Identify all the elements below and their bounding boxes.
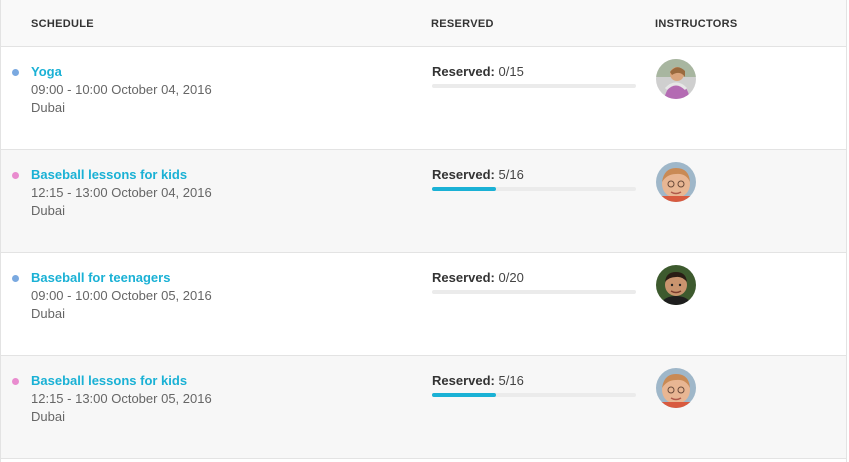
event-time: 12:15 - 13:00 October 04, 2016 (31, 185, 212, 200)
reservation-progress-fill (432, 393, 496, 397)
column-header-instructors[interactable]: INSTRUCTORS (655, 18, 738, 30)
event-location: Dubai (31, 100, 65, 115)
event-location: Dubai (31, 203, 65, 218)
reserved-count: Reserved: 0/20 (432, 270, 524, 285)
event-title-link[interactable]: Baseball for teenagers (31, 270, 170, 285)
event-time: 09:00 - 10:00 October 04, 2016 (31, 82, 212, 97)
event-category-dot (12, 172, 19, 179)
reserved-label: Reserved: (432, 167, 495, 182)
instructor-avatar-teen-icon (656, 265, 696, 305)
instructor-avatar-kids-icon (656, 368, 696, 408)
reserved-value: 5/16 (498, 167, 524, 182)
table-row: Baseball for teenagers 09:00 - 10:00 Oct… (1, 253, 846, 356)
reservation-progress-fill (432, 187, 496, 191)
reservation-progress-bar (432, 187, 636, 191)
instructor-avatar[interactable] (656, 265, 696, 305)
reserved-count: Reserved: 5/16 (432, 373, 524, 388)
reserved-label: Reserved: (432, 373, 495, 388)
event-title-link[interactable]: Baseball lessons for kids (31, 167, 187, 182)
reservation-progress-bar (432, 84, 636, 88)
reservation-progress-bar (432, 290, 636, 294)
instructor-avatar[interactable] (656, 59, 696, 99)
event-category-dot (12, 69, 19, 76)
table-row: Baseball lessons for kids 12:15 - 13:00 … (1, 150, 846, 253)
reserved-count: Reserved: 5/16 (432, 167, 524, 182)
reserved-value: 0/15 (498, 64, 524, 79)
event-category-dot (12, 275, 19, 282)
reserved-label: Reserved: (432, 270, 495, 285)
reserved-label: Reserved: (432, 64, 495, 79)
instructor-avatar[interactable] (656, 162, 696, 202)
event-location: Dubai (31, 409, 65, 424)
instructor-avatar-kids-icon (656, 162, 696, 202)
instructor-avatar-yoga-icon (656, 59, 696, 99)
table-row: Baseball lessons for kids 12:15 - 13:00 … (1, 356, 846, 459)
reserved-value: 5/16 (498, 373, 524, 388)
event-title-link[interactable]: Yoga (31, 64, 62, 79)
table-row: Yoga 09:00 - 10:00 October 04, 2016 Duba… (1, 47, 846, 150)
reserved-count: Reserved: 0/15 (432, 64, 524, 79)
event-time: 09:00 - 10:00 October 05, 2016 (31, 288, 212, 303)
table-header: SCHEDULE RESERVED INSTRUCTORS (1, 0, 846, 47)
column-header-reserved[interactable]: RESERVED (431, 18, 494, 30)
reservation-progress-bar (432, 393, 636, 397)
column-header-schedule[interactable]: SCHEDULE (31, 18, 94, 30)
event-location: Dubai (31, 306, 65, 321)
event-time: 12:15 - 13:00 October 05, 2016 (31, 391, 212, 406)
instructor-avatar[interactable] (656, 368, 696, 408)
event-category-dot (12, 378, 19, 385)
event-title-link[interactable]: Baseball lessons for kids (31, 373, 187, 388)
reserved-value: 0/20 (498, 270, 524, 285)
schedule-table: SCHEDULE RESERVED INSTRUCTORS Yoga 09:00… (0, 0, 847, 462)
